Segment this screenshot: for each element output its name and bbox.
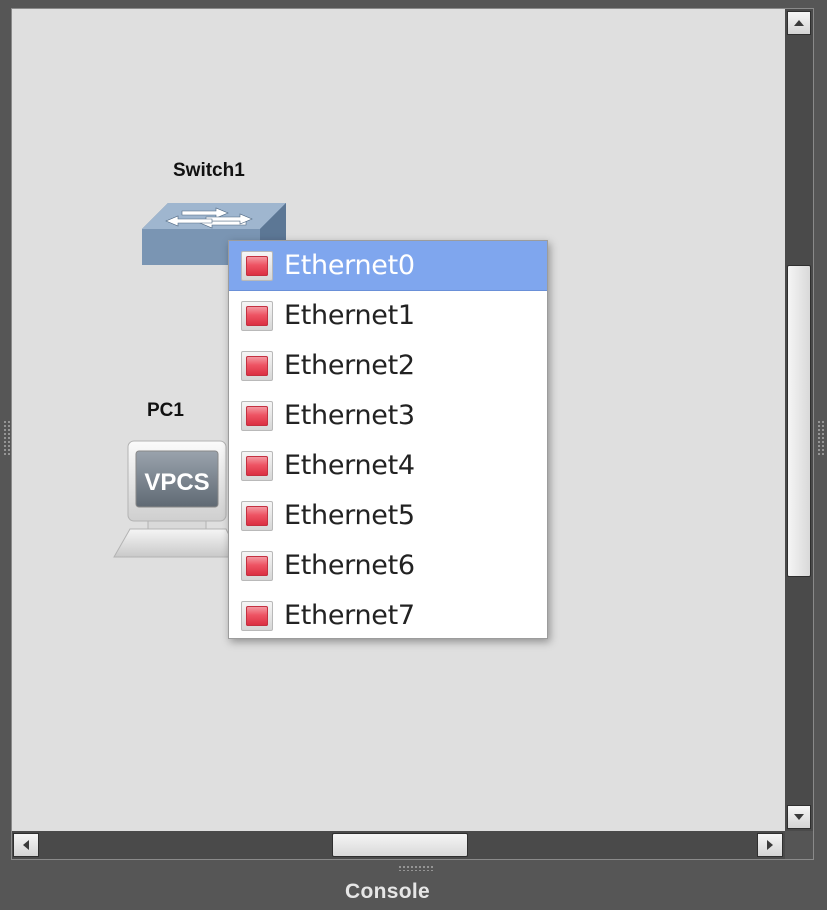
menu-item-label: Ethernet5: [284, 500, 415, 531]
scroll-left-button[interactable]: [13, 833, 39, 857]
pc-screen-text: VPCS: [144, 469, 209, 496]
port-down-red-led-icon: [241, 301, 273, 331]
arrow-up-icon: [794, 20, 804, 26]
arrow-left-icon: [23, 840, 29, 850]
port-down-red-led-icon: [241, 501, 273, 531]
menu-item-label: Ethernet3: [284, 400, 415, 431]
menu-item-label: Ethernet2: [284, 350, 415, 381]
menu-item-label: Ethernet4: [284, 450, 415, 481]
scroll-up-button[interactable]: [787, 11, 811, 35]
menu-item-ethernet7[interactable]: Ethernet7: [229, 591, 547, 641]
menu-item-label: Ethernet0: [284, 250, 415, 281]
vertical-scroll-thumb[interactable]: [787, 265, 811, 577]
splitter-grip-bottom-icon[interactable]: [398, 865, 434, 871]
console-dock-title[interactable]: Console: [0, 880, 775, 904]
menu-item-ethernet3[interactable]: Ethernet3: [229, 391, 547, 441]
splitter-grip-left-icon[interactable]: [3, 420, 11, 456]
port-down-red-led-icon: [241, 351, 273, 381]
horizontal-scroll-thumb[interactable]: [332, 833, 468, 857]
arrow-down-icon: [794, 814, 804, 820]
port-down-red-led-icon: [241, 401, 273, 431]
gns3-workspace-window: Switch1 PC1 VPCS Console Ethernet0 Ether…: [0, 0, 827, 910]
port-down-red-led-icon: [241, 451, 273, 481]
port-selection-menu: Ethernet0 Ethernet1 Ethernet2 Ethernet3 …: [228, 240, 548, 639]
vpcs-computer-icon[interactable]: VPCS: [102, 439, 241, 568]
menu-item-ethernet0[interactable]: Ethernet0: [229, 241, 547, 291]
scroll-right-button[interactable]: [757, 833, 783, 857]
scrollbar-corner: [785, 831, 813, 859]
menu-item-label: Ethernet1: [284, 300, 415, 331]
scroll-down-button[interactable]: [787, 805, 811, 829]
horizontal-scrollbar[interactable]: [12, 831, 785, 859]
port-down-red-led-icon: [241, 601, 273, 631]
pc-node-label[interactable]: PC1: [147, 400, 184, 422]
menu-item-label: Ethernet6: [284, 550, 415, 581]
menu-item-label: Ethernet7: [284, 600, 415, 631]
port-down-red-led-icon: [241, 251, 273, 281]
arrow-right-icon: [767, 840, 773, 850]
menu-item-ethernet1[interactable]: Ethernet1: [229, 291, 547, 341]
splitter-grip-right-icon[interactable]: [817, 420, 825, 456]
menu-item-ethernet6[interactable]: Ethernet6: [229, 541, 547, 591]
menu-item-ethernet4[interactable]: Ethernet4: [229, 441, 547, 491]
menu-item-ethernet2[interactable]: Ethernet2: [229, 341, 547, 391]
switch-node-label[interactable]: Switch1: [173, 160, 245, 182]
port-down-red-led-icon: [241, 551, 273, 581]
vertical-scrollbar[interactable]: [785, 9, 813, 831]
menu-item-ethernet5[interactable]: Ethernet5: [229, 491, 547, 541]
